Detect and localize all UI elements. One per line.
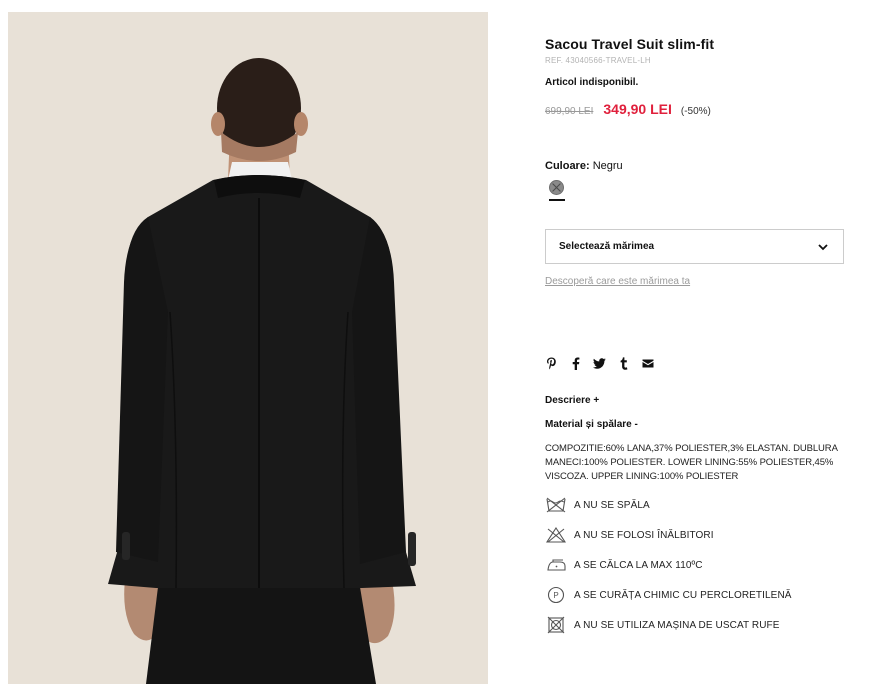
care-item: A SE CĂLCA LA MAX 110ºC [545,550,845,580]
color-value: Negru [592,160,623,172]
care-text: A NU SE UTILIZA MAȘINA DE USCAT RUFE [574,619,780,631]
sale-price: 349,90 LEI [603,101,672,117]
svg-text:P: P [553,591,558,600]
product-title: Sacou Travel Suit slim-fit [545,36,715,52]
product-image[interactable] [8,12,488,684]
care-instructions: A NU SE SPĂLA A NU SE FOLOSI ÎNĂLBITORI … [545,490,845,640]
size-dropdown[interactable]: Selectează mărimea [545,229,844,264]
dry-clean-p-icon: P [545,585,567,605]
care-item: P A SE CURĂȚA CHIMIC CU PERCLORETILENĂ [545,580,845,610]
twitter-icon[interactable] [593,357,606,370]
share-icons [545,357,845,370]
care-item: A NU SE SPĂLA [545,490,845,520]
color-selector: Culoare: Negru [545,160,845,172]
care-item: A NU SE FOLOSI ÎNĂLBITORI [545,520,845,550]
old-price: 699,90 LEI [545,106,594,117]
color-label: Culoare: [545,160,590,172]
care-text: A NU SE FOLOSI ÎNĂLBITORI [574,529,714,541]
care-text: A NU SE SPĂLA [574,499,650,511]
availability-status: Articol indisponibil. [545,77,639,88]
composition-text: COMPOZITIE:60% LANA,37% POLIESTER,3% ELA… [545,443,838,482]
care-item: A NU SE UTILIZA MAȘINA DE USCAT RUFE [545,610,845,640]
size-guide-link[interactable]: Descoperă care este mărimea ta [545,276,690,287]
email-icon[interactable] [641,357,654,370]
discount-badge: (-50%) [680,106,711,117]
swatch-selected-indicator [549,199,565,201]
crossed-out-swatch-icon[interactable] [549,180,564,195]
care-text: A SE CURĂȚA CHIMIC CU PERCLORETILENĂ [574,589,792,601]
product-ref: REF. 43040566-TRAVEL-LH [545,56,651,65]
chevron-down-icon [818,243,828,250]
product-info: Sacou Travel Suit slim-fit REF. 43040566… [545,36,845,640]
no-tumble-dry-icon [545,615,567,635]
facebook-icon[interactable] [569,357,582,370]
description-toggle[interactable]: Descriere + [545,395,845,406]
price-row: 699,90 LEI 349,90 LEI (-50%) [545,101,845,117]
tumblr-icon[interactable] [617,357,630,370]
pinterest-icon[interactable] [545,357,558,370]
suit-back-photo [8,12,488,684]
iron-icon [545,555,567,575]
size-dropdown-label: Selectează mărimea [559,241,655,252]
care-text: A SE CĂLCA LA MAX 110ºC [574,559,703,571]
materials-toggle[interactable]: Material și spălare - [545,419,845,430]
no-bleach-icon [545,525,567,545]
no-wash-icon [545,495,567,515]
